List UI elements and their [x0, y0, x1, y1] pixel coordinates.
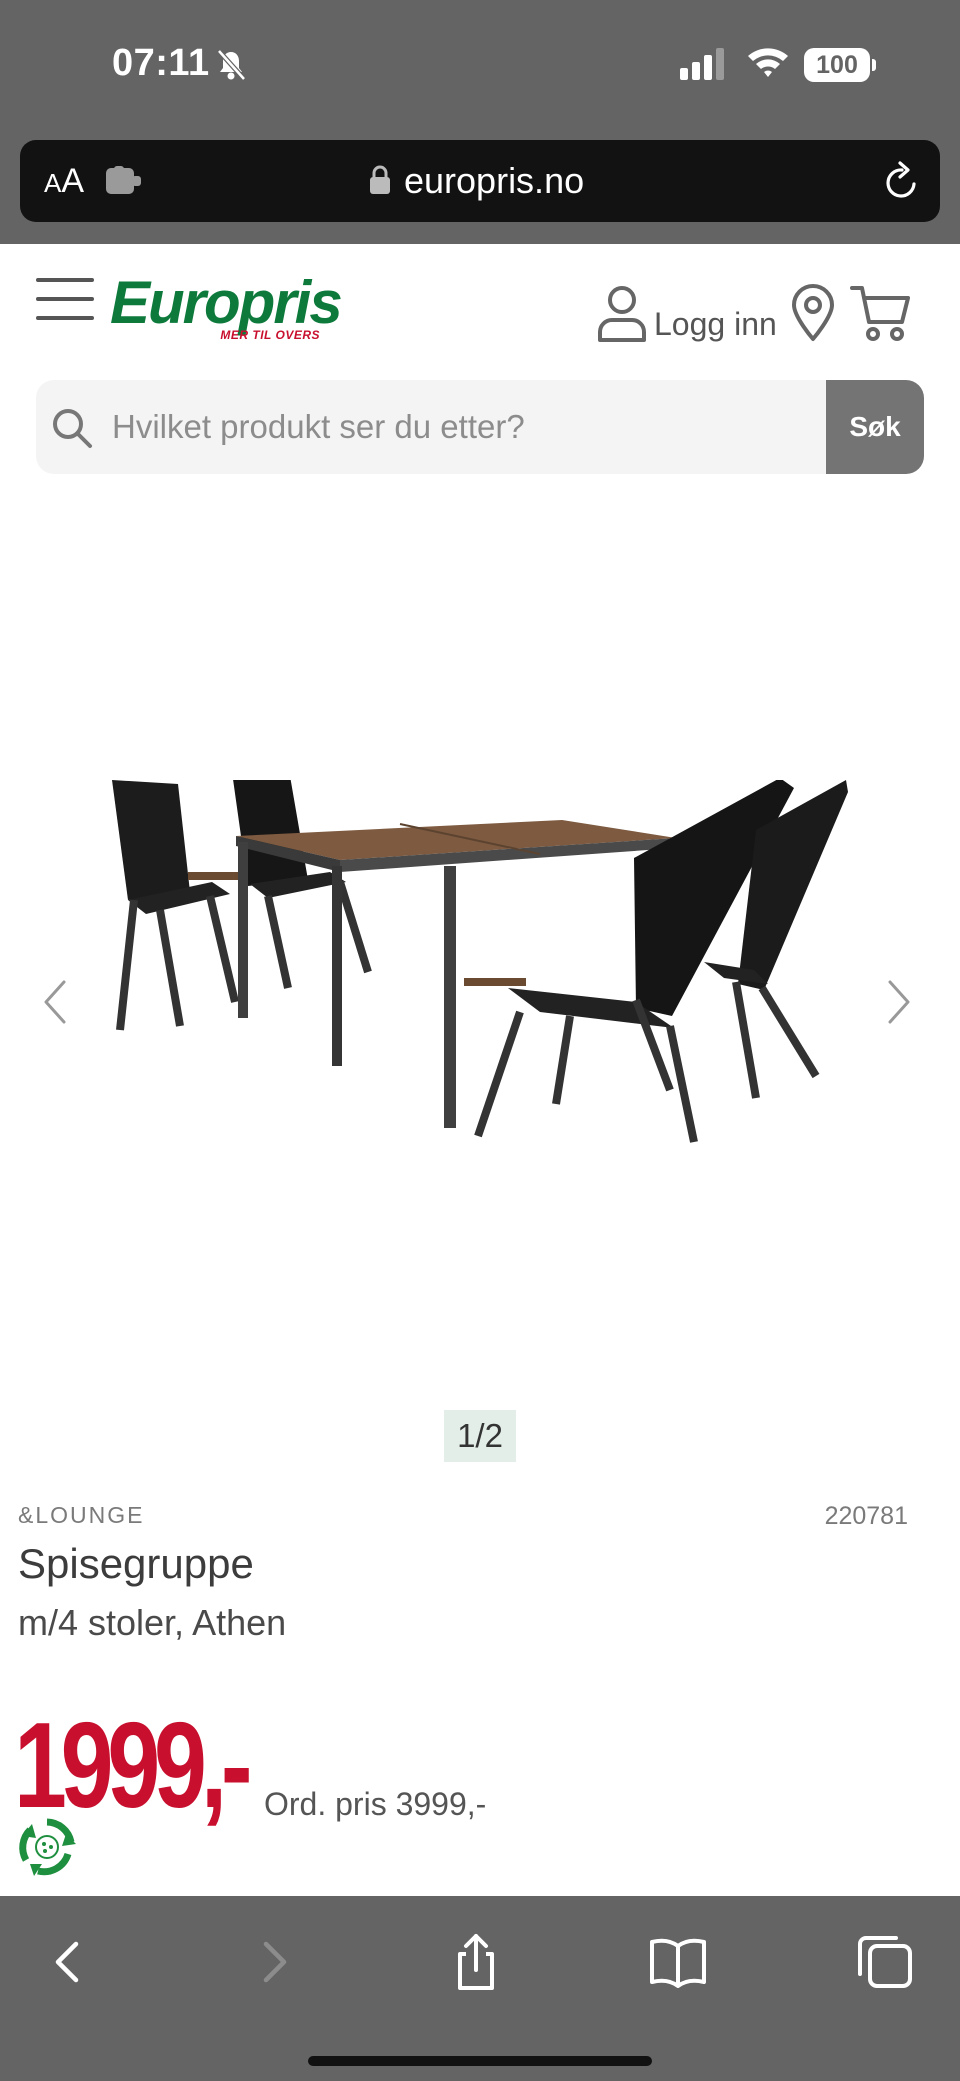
- product-sku: 220781: [824, 1502, 908, 1530]
- bookmarks-icon[interactable]: [646, 1930, 710, 1994]
- battery-level: 100: [804, 48, 870, 82]
- login-link[interactable]: Logg inn: [654, 306, 777, 343]
- address-bar[interactable]: AA europris.no: [20, 140, 940, 222]
- aa-small-label: A: [44, 168, 62, 198]
- bell-slash-icon: [217, 49, 246, 81]
- product-image: [112, 780, 848, 1143]
- battery-tip: [872, 59, 876, 71]
- product-price: 1999,-: [14, 1697, 253, 1833]
- product-image-carousel[interactable]: 1/2: [0, 500, 960, 1480]
- cart-icon[interactable]: [850, 282, 912, 342]
- search-button[interactable]: Søk: [826, 380, 924, 474]
- chair-back-left-2: [233, 780, 372, 989]
- user-icon[interactable]: [596, 284, 648, 342]
- search-icon: [53, 409, 92, 448]
- search-bar: Søk: [36, 380, 924, 474]
- back-icon[interactable]: [36, 1930, 100, 1994]
- tabs-icon[interactable]: [852, 1930, 916, 1994]
- ordinary-price: Ord. pris 3999,-: [264, 1786, 487, 1822]
- reload-icon[interactable]: [882, 160, 922, 202]
- home-indicator: [308, 2056, 652, 2066]
- chair-back-left-1: [112, 780, 239, 1031]
- browser-chrome-top: 07:11 100 AA europris.no: [0, 0, 960, 244]
- reader-settings-button[interactable]: AA: [44, 158, 84, 206]
- location-pin-icon[interactable]: [790, 284, 836, 342]
- product-subtitle: m/4 stoler, Athen: [18, 1602, 287, 1643]
- share-icon[interactable]: [444, 1930, 508, 1994]
- wifi-icon: [748, 48, 788, 77]
- recycle-icon: [19, 1818, 76, 1876]
- battery-indicator: 100: [804, 48, 876, 82]
- signal-icon: [680, 48, 724, 80]
- search-input[interactable]: [112, 380, 852, 474]
- chevron-left-icon[interactable]: [40, 978, 70, 1026]
- browser-toolbar-bottom: [0, 1896, 960, 2081]
- aa-large-label: A: [61, 162, 85, 200]
- url-text[interactable]: europris.no: [404, 158, 584, 204]
- lock-icon: [370, 165, 390, 194]
- extension-icon[interactable]: [104, 164, 144, 198]
- chevron-right-icon[interactable]: [884, 978, 914, 1026]
- product-title: Spisegruppe: [18, 1540, 254, 1587]
- image-counter: 1/2: [444, 1410, 516, 1462]
- hamburger-menu-icon[interactable]: [36, 278, 94, 322]
- logo-text: Europris: [110, 269, 343, 336]
- product-brand: &LOUNGE: [18, 1502, 145, 1528]
- logo-tagline: MER TIL OVERS: [220, 328, 320, 342]
- europris-logo[interactable]: Europris MER TIL OVERS: [110, 269, 343, 344]
- status-time: 07:11: [112, 42, 210, 84]
- forward-icon[interactable]: [242, 1930, 306, 1994]
